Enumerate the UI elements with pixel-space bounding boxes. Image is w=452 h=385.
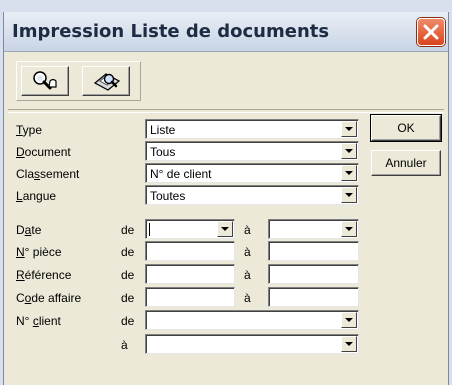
- de-label: de: [121, 245, 135, 259]
- code-affaire-to-input[interactable]: [268, 287, 359, 307]
- client-from-select[interactable]: [145, 310, 359, 330]
- a-label: à: [244, 268, 251, 282]
- de-label: de: [121, 314, 135, 328]
- langue-value: Toutes: [150, 189, 186, 203]
- print-dialog: Impression Liste de documents Type Docum…: [3, 12, 449, 385]
- a-label: à: [244, 245, 251, 259]
- label-code-affaire: Code affaire: [16, 291, 82, 305]
- type-value: Liste: [150, 123, 176, 137]
- cancel-button[interactable]: Annuler: [371, 150, 441, 176]
- de-label: de: [121, 223, 135, 237]
- chevron-down-icon[interactable]: [341, 165, 357, 181]
- reference-to-input[interactable]: [268, 264, 359, 284]
- ok-button[interactable]: OK: [371, 115, 441, 141]
- separator: [8, 109, 444, 113]
- piece-to-input[interactable]: [268, 241, 359, 261]
- reference-from-input[interactable]: [145, 264, 235, 284]
- chevron-down-icon[interactable]: [217, 221, 233, 237]
- type-select[interactable]: Liste: [145, 119, 359, 139]
- a-label: à: [244, 291, 251, 305]
- chevron-down-icon[interactable]: [341, 312, 357, 328]
- toolbar: [16, 61, 141, 101]
- date-from-input[interactable]: [145, 219, 235, 239]
- a-label: à: [244, 223, 251, 237]
- label-langue: Langue: [16, 189, 57, 203]
- label-client: N° client: [16, 314, 61, 328]
- classement-select[interactable]: N° de client: [145, 163, 359, 183]
- close-icon: [423, 24, 439, 40]
- classement-value: N° de client: [150, 167, 212, 181]
- de-label: de: [121, 268, 135, 282]
- piece-from-input[interactable]: [145, 241, 235, 261]
- print-preview-icon: [93, 73, 121, 91]
- search-button[interactable]: [21, 66, 69, 96]
- label-type: Type: [16, 123, 43, 137]
- document-value: Tous: [150, 145, 176, 159]
- chevron-down-icon[interactable]: [341, 221, 357, 237]
- text-caret: [149, 223, 150, 236]
- window-title: Impression Liste de documents: [12, 21, 330, 42]
- de-label: de: [121, 291, 135, 305]
- label-date: Date: [16, 223, 42, 237]
- chevron-down-icon[interactable]: [341, 187, 357, 203]
- search-people-icon: [33, 71, 57, 90]
- chevron-down-icon[interactable]: [341, 336, 357, 352]
- chevron-down-icon[interactable]: [341, 121, 357, 137]
- label-classement: Classement: [16, 167, 80, 181]
- code-affaire-from-input[interactable]: [145, 287, 235, 307]
- label-document: Document: [16, 145, 71, 159]
- chevron-down-icon[interactable]: [341, 143, 357, 159]
- a-label: à: [121, 338, 128, 352]
- close-button[interactable]: [417, 18, 445, 46]
- label-reference: Référence: [16, 268, 72, 282]
- langue-select[interactable]: Toutes: [145, 185, 359, 205]
- print-preview-button[interactable]: [82, 66, 130, 96]
- document-select[interactable]: Tous: [145, 141, 359, 161]
- client-to-select[interactable]: [145, 334, 359, 354]
- label-piece: N° pièce: [16, 245, 62, 259]
- date-to-input[interactable]: [268, 219, 359, 239]
- title-bar: Impression Liste de documents: [4, 12, 448, 52]
